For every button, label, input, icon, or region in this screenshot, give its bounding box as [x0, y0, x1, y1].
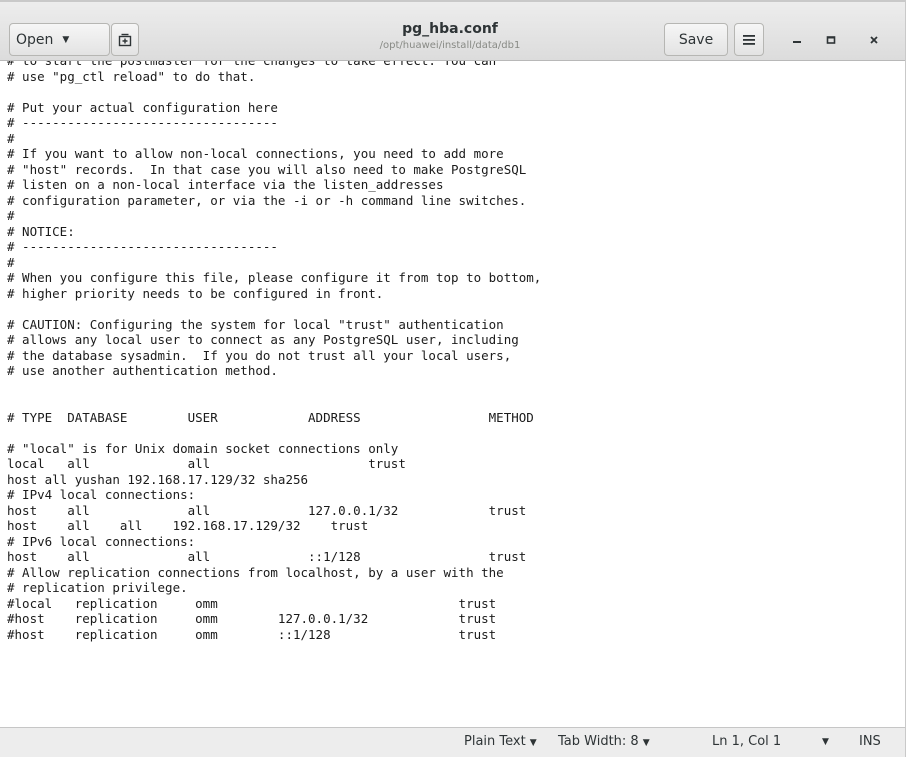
window-title: pg_hba.conf	[402, 21, 498, 37]
new-tab-button[interactable]	[111, 23, 139, 56]
close-icon	[870, 36, 878, 44]
cursor-position[interactable]: Ln 1, Col 1	[712, 734, 781, 749]
code-line[interactable]: #local replication omm trust	[7, 596, 541, 612]
code-line[interactable]: # CAUTION: Configuring the system for lo…	[7, 317, 541, 333]
code-line[interactable]: host all all ::1/128 trust	[7, 549, 541, 565]
language-selector[interactable]: Plain Text ▼	[464, 734, 537, 749]
insert-mode-indicator: INS	[859, 734, 881, 749]
maximize-button[interactable]	[819, 28, 843, 52]
code-line[interactable]: # TYPE DATABASE USER ADDRESS METHOD	[7, 410, 541, 426]
code-line[interactable]: ​	[7, 379, 541, 395]
code-line[interactable]: # Put your actual configuration here	[7, 100, 541, 116]
code-line[interactable]: # to start the postmaster for the change…	[7, 61, 541, 69]
code-line[interactable]: # allows any local user to connect as an…	[7, 332, 541, 348]
tab-width-selector[interactable]: Tab Width: 8 ▼	[558, 734, 650, 749]
code-line[interactable]: #host replication omm 127.0.0.1/32 trust	[7, 611, 541, 627]
hamburger-menu-icon	[743, 34, 755, 45]
code-line[interactable]: # use another authentication method.	[7, 363, 541, 379]
text-editor-area[interactable]: # to start the postmaster for the change…	[0, 61, 905, 727]
status-bar: Plain Text ▼ Tab Width: 8 ▼ Ln 1, Col 1 ▼ …	[0, 727, 905, 757]
code-line[interactable]: # "host" records. In that case you will …	[7, 162, 541, 178]
code-line[interactable]: # higher priority needs to be configured…	[7, 286, 541, 302]
code-line[interactable]: # Allow replication connections from loc…	[7, 565, 541, 581]
save-button[interactable]: Save	[664, 23, 728, 56]
open-button-label: Open	[16, 31, 54, 48]
code-line[interactable]: # use "pg_ctl reload" to do that.	[7, 69, 541, 85]
maximize-icon	[826, 36, 836, 44]
code-line[interactable]: ​	[7, 301, 541, 317]
file-content[interactable]: # to start the postmaster for the change…	[7, 61, 541, 642]
header-bar: Open ▼ pg_hba.conf /opt/huawei/install/d…	[0, 0, 905, 61]
code-line[interactable]: ​	[7, 84, 541, 100]
code-line[interactable]: # If you want to allow non-local connect…	[7, 146, 541, 162]
code-line[interactable]: # the database sysadmin. If you do not t…	[7, 348, 541, 364]
code-line[interactable]: #	[7, 208, 541, 224]
new-tab-icon	[118, 33, 132, 46]
chevron-down-icon: ▼	[642, 738, 650, 748]
menu-button[interactable]	[734, 23, 764, 56]
chevron-down-icon[interactable]: ▼	[822, 737, 829, 747]
code-line[interactable]: # IPv4 local connections:	[7, 487, 541, 503]
code-line[interactable]: #	[7, 131, 541, 147]
code-line[interactable]: ​	[7, 425, 541, 441]
open-button[interactable]: Open ▼	[9, 23, 110, 56]
code-line[interactable]: # When you configure this file, please c…	[7, 270, 541, 286]
close-button[interactable]	[862, 28, 886, 52]
code-line[interactable]: local all all trust	[7, 456, 541, 472]
code-line[interactable]: #	[7, 255, 541, 271]
code-line[interactable]: # NOTICE:	[7, 224, 541, 240]
window-subtitle-path: /opt/huawei/install/data/db1	[379, 40, 521, 51]
code-line[interactable]: # listen on a non-local interface via th…	[7, 177, 541, 193]
code-line[interactable]: ​	[7, 394, 541, 410]
code-line[interactable]: #host replication omm ::1/128 trust	[7, 627, 541, 643]
code-line[interactable]: # ----------------------------------	[7, 115, 541, 131]
minimize-icon	[793, 41, 801, 43]
code-line[interactable]: host all all 127.0.0.1/32 trust	[7, 503, 541, 519]
chevron-down-icon: ▼	[529, 738, 537, 748]
text-editor-window: Open ▼ pg_hba.conf /opt/huawei/install/d…	[0, 0, 906, 757]
code-line[interactable]: host all yushan 192.168.17.129/32 sha256	[7, 472, 541, 488]
code-line[interactable]: host all all 192.168.17.129/32 trust	[7, 518, 541, 534]
code-line[interactable]: # ----------------------------------	[7, 239, 541, 255]
code-line[interactable]: # replication privilege.	[7, 580, 541, 596]
chevron-down-icon: ▼	[62, 34, 70, 45]
code-line[interactable]: # configuration parameter, or via the -i…	[7, 193, 541, 209]
code-line[interactable]: # IPv6 local connections:	[7, 534, 541, 550]
code-line[interactable]: # "local" is for Unix domain socket conn…	[7, 441, 541, 457]
minimize-button[interactable]	[785, 28, 809, 52]
